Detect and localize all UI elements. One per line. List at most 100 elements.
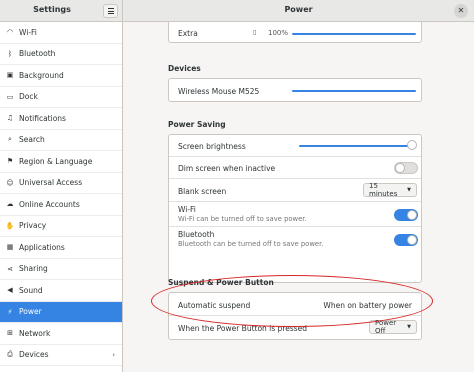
sidebar-item-applications[interactable]: ▦ Applications <box>0 237 122 259</box>
sidebar-item-label: Devices <box>19 350 49 360</box>
wifi-icon: ◠ <box>6 28 14 37</box>
hamburger-icon-line <box>107 10 114 12</box>
device-row: Wireless Mouse M525 <box>169 79 421 103</box>
bluetooth-switch[interactable] <box>394 234 418 246</box>
automatic-suspend-label: Automatic suspend <box>178 301 251 310</box>
sidebar-item-label: Universal Access <box>19 178 83 188</box>
wifi-description: Wi-Fi can be turned off to save power. <box>178 215 307 223</box>
sidebar-item-search[interactable]: ⌕ Search <box>0 130 122 151</box>
accessibility-icon: ☺ <box>6 178 14 187</box>
power-button-label: When the Power Button is pressed <box>178 324 308 333</box>
sidebar-item-label: Power <box>19 307 42 317</box>
sidebar-item-dock[interactable]: ▭ Dock <box>0 87 122 108</box>
chevron-right-icon: › <box>112 350 115 359</box>
share-icon: ⋖ <box>7 264 13 273</box>
sidebar-item-network[interactable]: ⊞ Network <box>0 323 122 345</box>
sidebar-item-label: Sharing <box>19 264 48 274</box>
hamburger-icon <box>107 8 114 9</box>
power-saving-list: Screen brightness Dim screen when inacti… <box>168 134 422 283</box>
battery-percent: 100% <box>268 29 289 37</box>
sidebar-item-label: Dock <box>19 92 38 102</box>
sidebar-item-wi-fi[interactable]: ◠ Wi-Fi <box>0 22 122 44</box>
sidebar-item-label: Network <box>19 328 51 338</box>
sidebar-item-background[interactable]: ▣ Background <box>0 65 122 87</box>
network-icon: ⊞ <box>7 329 13 338</box>
header-bar: Settings Power ✕ <box>0 0 474 22</box>
sidebar-item-bluetooth[interactable]: ᛒ Bluetooth <box>0 44 122 65</box>
wifi-row: Wi-Fi Wi-Fi can be turned off to save po… <box>169 202 421 227</box>
brightness-label: Screen brightness <box>178 142 246 151</box>
battery-row: Extra ▯ 100% <box>169 22 421 44</box>
sidebar-item-privacy[interactable]: ✋ Privacy <box>0 216 122 237</box>
suspend-list: Automatic suspend When on battery power … <box>168 292 422 340</box>
sidebar-header: Settings <box>0 0 123 22</box>
apps-icon: ▦ <box>6 243 14 252</box>
cloud-icon: ☁ <box>6 200 14 209</box>
sidebar-item-label: Notifications <box>19 113 66 123</box>
suspend-section-title: Suspend & Power Button <box>168 278 274 287</box>
sidebar-item-online-accounts[interactable]: ☁ Online Accounts <box>0 194 122 216</box>
power-icon: ⚡ <box>7 307 13 316</box>
sidebar-item-label: Applications <box>19 242 65 252</box>
page-title: Power <box>284 5 313 14</box>
sidebar-item-sound[interactable]: ◀ Sound <box>0 280 122 302</box>
blank-screen-row: Blank screen 15 minutes ▼ <box>169 179 421 202</box>
brightness-slider-handle[interactable] <box>407 140 417 150</box>
app-title: Settings <box>33 5 71 14</box>
battery-list: Extra ▯ 100% <box>168 22 422 43</box>
sidebar-item-label: Search <box>19 135 45 145</box>
wifi-label: Wi-Fi <box>178 205 196 214</box>
sidebar-item-notifications[interactable]: ♫ Notifications <box>0 108 122 130</box>
devices-section-title: Devices <box>168 64 201 73</box>
device-level-bar <box>292 90 416 92</box>
battery-level-bar <box>292 33 416 35</box>
devices-list: Wireless Mouse M525 <box>168 78 422 102</box>
sidebar-item-label: Wi-Fi <box>19 27 37 37</box>
chevron-down-icon: ▼ <box>407 187 411 193</box>
power-button-value: Power Off <box>375 319 397 335</box>
device-name: Wireless Mouse M525 <box>178 87 260 96</box>
sidebar-item-label: Privacy <box>19 221 47 231</box>
sidebar-item-label: Background <box>19 70 64 80</box>
power-panel: Extra ▯ 100% Devices Wireless Mouse M525… <box>123 22 474 372</box>
dim-row: Dim screen when inactive <box>169 157 421 179</box>
sidebar-item-label: Sound <box>19 285 43 295</box>
automatic-suspend-row[interactable]: Automatic suspend When on battery power <box>169 293 421 316</box>
power-button-dropdown[interactable]: Power Off ▼ <box>369 319 417 335</box>
printer-icon: ⎙ <box>7 350 13 359</box>
bluetooth-icon: ᛒ <box>7 49 13 58</box>
flag-icon: ⚑ <box>6 157 14 166</box>
sidebar-item-power[interactable]: ⚡ Power <box>0 301 122 323</box>
sidebar-item-label: Online Accounts <box>19 199 80 209</box>
power-button-row: When the Power Button is pressed Power O… <box>169 316 421 340</box>
sidebar-item-label: Region & Language <box>19 156 93 166</box>
bell-icon: ♫ <box>6 114 14 123</box>
sidebar-item-devices[interactable]: ⎙ Devices › <box>0 345 122 366</box>
sidebar: ◠ Wi-Fi ᛒ Bluetooth ▣ Background ▭ Dock ♫ Notific… <box>0 22 123 372</box>
menu-button[interactable] <box>103 4 118 18</box>
bluetooth-label: Bluetooth <box>178 230 215 239</box>
background-icon: ▣ <box>6 71 14 80</box>
battery-icon: ▯ <box>253 29 257 36</box>
blank-screen-value: 15 minutes <box>369 182 398 198</box>
dim-switch[interactable] <box>394 162 418 174</box>
power-saving-section-title: Power Saving <box>168 120 226 129</box>
speaker-icon: ◀ <box>7 286 13 295</box>
dock-icon: ▭ <box>6 92 14 101</box>
brightness-row: Screen brightness <box>169 135 421 157</box>
search-icon: ⌕ <box>8 135 12 144</box>
battery-name: Extra <box>178 29 198 38</box>
bluetooth-description: Bluetooth can be turned off to save powe… <box>178 240 324 248</box>
bluetooth-row: Bluetooth Bluetooth can be turned off to… <box>169 227 421 251</box>
sidebar-item-region-language[interactable]: ⚑ Region & Language <box>0 151 122 173</box>
dim-label: Dim screen when inactive <box>178 164 276 173</box>
hamburger-icon-line <box>107 13 114 14</box>
close-button[interactable]: ✕ <box>454 4 468 18</box>
blank-screen-dropdown[interactable]: 15 minutes ▼ <box>363 182 417 198</box>
sidebar-item-sharing[interactable]: ⋖ Sharing <box>0 259 122 280</box>
brightness-slider-track[interactable] <box>299 145 413 147</box>
sidebar-item-label: Bluetooth <box>19 49 56 59</box>
automatic-suspend-value: When on battery power <box>323 301 412 310</box>
wifi-switch[interactable] <box>394 209 418 221</box>
sidebar-item-universal-access[interactable]: ☺ Universal Access <box>0 173 122 194</box>
